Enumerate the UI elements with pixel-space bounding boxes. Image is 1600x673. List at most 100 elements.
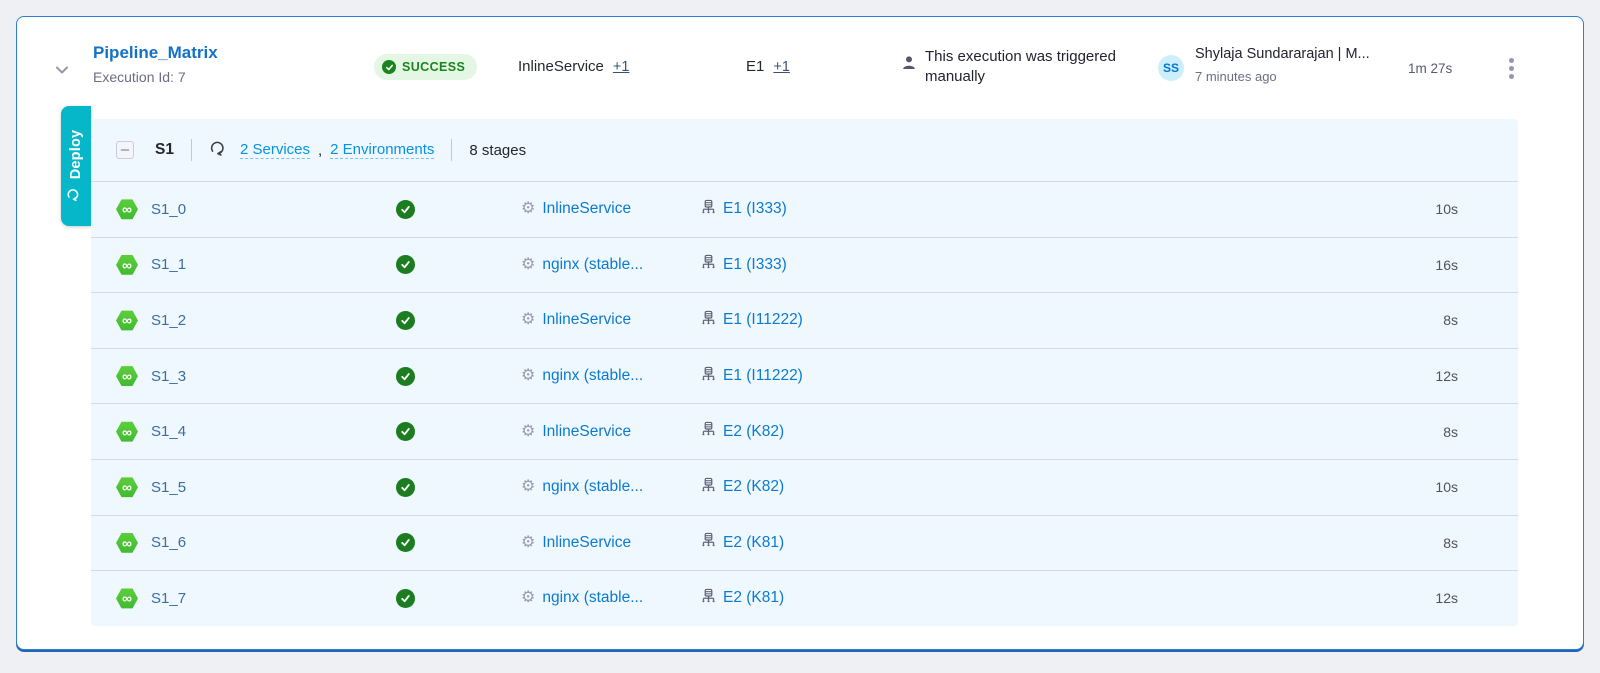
table-row: ∞ S1_1 ⚙ nginx (stable... E1 (I333) — [91, 237, 1518, 293]
gear-icon: ⚙ — [521, 535, 535, 551]
environment-link[interactable]: E1 (I333) — [723, 256, 787, 274]
infrastructure-icon — [701, 199, 716, 220]
stage-cell[interactable]: ∞ S1_5 — [116, 476, 396, 498]
stage-tab-deploy[interactable]: Deploy — [61, 106, 91, 226]
cd-stage-icon: ∞ — [116, 254, 138, 276]
service-cell: ⚙ nginx (stable... — [521, 367, 701, 385]
gear-icon: ⚙ — [521, 201, 535, 217]
service-cell: ⚙ nginx (stable... — [521, 478, 701, 496]
gear-icon: ⚙ — [521, 479, 535, 495]
environments-count-link[interactable]: 2 Environments — [330, 141, 434, 159]
execution-time-ago: 7 minutes ago — [1195, 69, 1407, 84]
infrastructure-icon — [701, 477, 716, 498]
service-link[interactable]: nginx (stable... — [542, 589, 643, 607]
user-avatar[interactable]: SS — [1158, 55, 1184, 81]
services-count-link[interactable]: 2 Services — [240, 141, 310, 159]
stage-tab-label: Deploy — [68, 130, 84, 180]
infrastructure-icon — [701, 588, 716, 609]
trigger-info: This execution was triggered manually — [901, 47, 1161, 87]
service-cell: ⚙ InlineService — [521, 534, 701, 552]
total-duration: 1m 27s — [1408, 61, 1452, 76]
stage-cell[interactable]: ∞ S1_2 — [116, 309, 396, 331]
infrastructure-icon — [701, 421, 716, 442]
status-cell — [396, 533, 521, 552]
duration-cell: 10s — [1358, 479, 1518, 495]
status-cell — [396, 367, 521, 386]
stage-cell[interactable]: ∞ S1_6 — [116, 532, 396, 554]
service-link[interactable]: nginx (stable... — [542, 256, 643, 274]
chevron-down-icon — [51, 69, 73, 84]
stage-name-link[interactable]: S1_6 — [151, 534, 186, 551]
user-name: Shylaja Sundararajan | M... — [1195, 46, 1407, 62]
divider — [451, 139, 452, 161]
environment-cell: E2 (K82) — [701, 477, 1358, 498]
cd-stage-icon: ∞ — [116, 476, 138, 498]
stage-cell[interactable]: ∞ S1_3 — [116, 365, 396, 387]
table-row: ∞ S1_4 ⚙ InlineService E2 (K82) — [91, 403, 1518, 459]
service-cell: ⚙ nginx (stable... — [521, 589, 701, 607]
gear-icon: ⚙ — [521, 424, 535, 440]
stage-name-link[interactable]: S1_3 — [151, 368, 186, 385]
expand-collapse-chevron[interactable] — [51, 59, 73, 81]
execution-card: Pipeline_Matrix Execution Id: 7 SUCCESS … — [16, 16, 1584, 650]
table-row: ∞ S1_3 ⚙ nginx (stable... E1 (I11222 — [91, 348, 1518, 404]
duration-cell: 8s — [1358, 535, 1518, 551]
environment-link[interactable]: E2 (K82) — [723, 478, 784, 496]
execution-id-label: Execution Id: 7 — [93, 69, 218, 85]
environment-link[interactable]: E2 (K82) — [723, 423, 784, 441]
status-cell — [396, 200, 521, 219]
environment-link[interactable]: E1 (I11222) — [723, 367, 803, 385]
matrix-rows: ∞ S1_0 ⚙ InlineService E1 (I333) — [91, 181, 1518, 626]
more-options-button[interactable] — [1497, 53, 1525, 83]
stage-cell[interactable]: ∞ S1_7 — [116, 587, 396, 609]
service-cell: ⚙ InlineService — [521, 311, 701, 329]
environment-cell: E2 (K81) — [701, 532, 1358, 553]
environments-more-link[interactable]: +1 — [773, 59, 790, 75]
person-icon — [901, 47, 917, 87]
stage-name-link[interactable]: S1_5 — [151, 479, 186, 496]
service-link[interactable]: nginx (stable... — [542, 478, 643, 496]
environment-link[interactable]: E2 (K81) — [723, 589, 784, 607]
duration-cell: 8s — [1358, 424, 1518, 440]
service-link[interactable]: InlineService — [542, 534, 631, 552]
table-row: ∞ S1_2 ⚙ InlineService E1 (I11222) — [91, 292, 1518, 348]
trigger-text: This execution was triggered manually — [925, 47, 1153, 87]
environment-link[interactable]: E1 (I333) — [723, 200, 787, 218]
stage-name-link[interactable]: S1_7 — [151, 590, 186, 607]
stage-cell[interactable]: ∞ S1_4 — [116, 421, 396, 443]
duration-cell: 12s — [1358, 590, 1518, 606]
duration-cell: 8s — [1358, 312, 1518, 328]
table-row: ∞ S1_6 ⚙ InlineService E2 (K81) — [91, 515, 1518, 571]
table-row: ∞ S1_7 ⚙ nginx (stable... E2 (K81) — [91, 570, 1518, 626]
services-summary: InlineService +1 — [518, 58, 629, 75]
matrix-panel: S1 2 Services , 2 Environments 8 stages … — [91, 119, 1518, 626]
service-cell: ⚙ InlineService — [521, 200, 701, 218]
infrastructure-icon — [701, 532, 716, 553]
service-link[interactable]: InlineService — [542, 200, 631, 218]
pipeline-title-link[interactable]: Pipeline_Matrix — [93, 43, 218, 63]
service-link[interactable]: nginx (stable... — [542, 367, 643, 385]
stage-name-link[interactable]: S1_0 — [151, 201, 186, 218]
cd-stage-icon: ∞ — [116, 532, 138, 554]
service-link[interactable]: InlineService — [542, 423, 631, 441]
stage-cell[interactable]: ∞ S1_1 — [116, 254, 396, 276]
environment-link[interactable]: E2 (K81) — [723, 534, 784, 552]
stage-name-link[interactable]: S1_4 — [151, 423, 186, 440]
cd-stage-icon: ∞ — [116, 198, 138, 220]
infrastructure-icon — [701, 254, 716, 275]
success-check-icon — [396, 478, 415, 497]
stage-name-link[interactable]: S1_2 — [151, 312, 186, 329]
environment-link[interactable]: E1 (I11222) — [723, 311, 803, 329]
service-cell: ⚙ InlineService — [521, 423, 701, 441]
stages-count-label: 8 stages — [469, 142, 526, 159]
collapse-matrix-button[interactable] — [116, 141, 134, 159]
stage-name-link[interactable]: S1_1 — [151, 256, 186, 273]
services-summary-name: InlineService — [518, 58, 604, 75]
comma: , — [318, 142, 322, 159]
success-check-icon — [396, 311, 415, 330]
success-check-icon — [382, 60, 396, 74]
stage-cell[interactable]: ∞ S1_0 — [116, 198, 396, 220]
services-more-link[interactable]: +1 — [613, 59, 630, 75]
service-link[interactable]: InlineService — [542, 311, 631, 329]
status-cell — [396, 589, 521, 608]
